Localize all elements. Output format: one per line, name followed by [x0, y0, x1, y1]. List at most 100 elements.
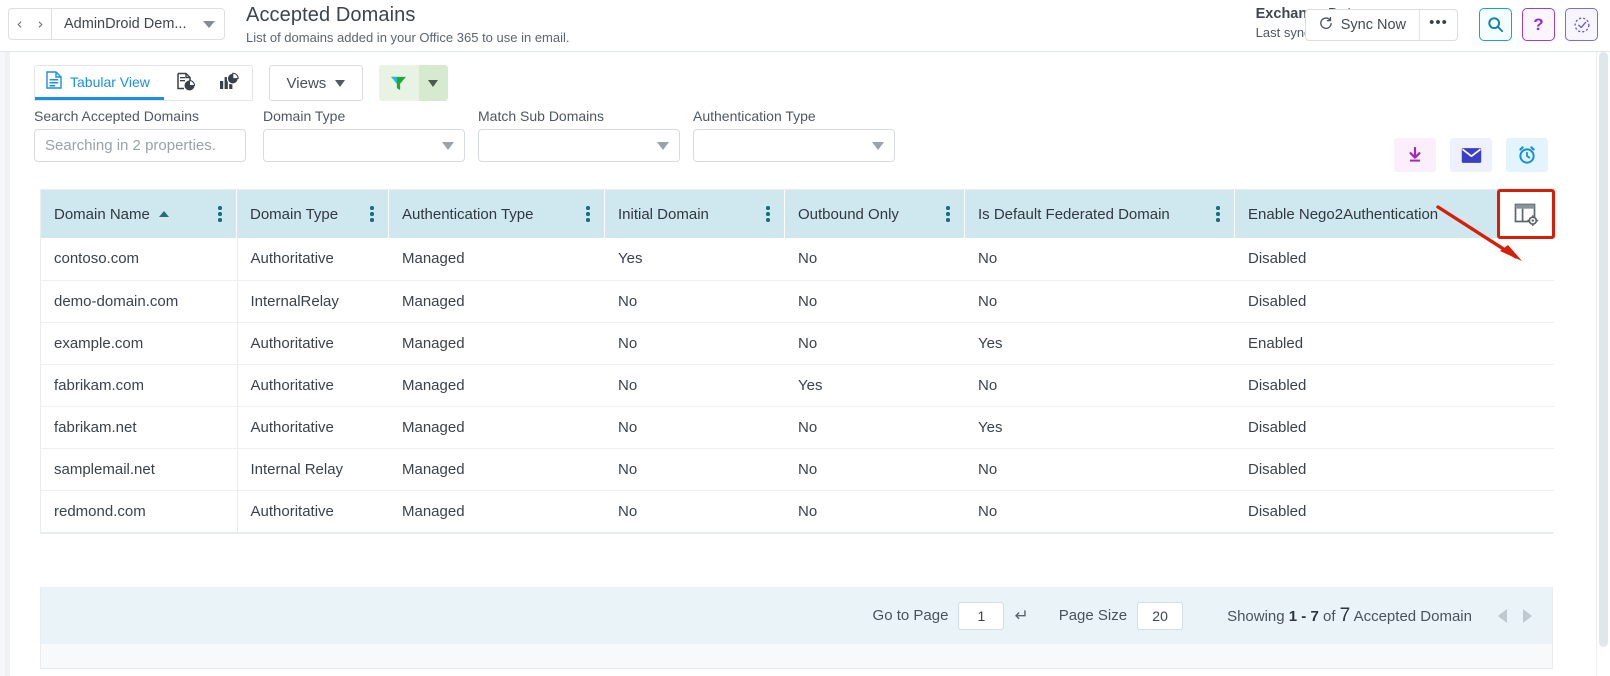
- views-label: Views: [287, 75, 327, 92]
- cell-is-default-federated-domain: No: [965, 448, 1235, 490]
- chart-view-button[interactable]: [208, 66, 252, 100]
- help-icon-button[interactable]: ?: [1522, 8, 1555, 41]
- table-row[interactable]: fabrikam.com Authoritative Managed No Ye…: [41, 364, 1554, 406]
- table-row[interactable]: redmond.com Authoritative Managed No No …: [41, 490, 1554, 532]
- sync-now-button[interactable]: Sync Now: [1306, 10, 1419, 40]
- field-authentication-type: Authentication Type: [693, 108, 895, 162]
- search-icon-button[interactable]: [1479, 8, 1512, 41]
- page-scrollbar[interactable]: [1596, 52, 1610, 676]
- scrollbar-thumb[interactable]: [1599, 52, 1608, 647]
- authentication-type-select[interactable]: [693, 129, 895, 162]
- page-size-input[interactable]: 20: [1137, 602, 1183, 630]
- column-header-authentication-type[interactable]: Authentication Type: [389, 190, 605, 238]
- column-menu-icon[interactable]: [761, 205, 775, 223]
- cell-enable-nego2authentication: Disabled: [1235, 448, 1554, 490]
- cell-authentication-type: Managed: [389, 364, 605, 406]
- goto-page-input[interactable]: 1: [958, 602, 1004, 630]
- table-row[interactable]: example.com Authoritative Managed No No …: [41, 322, 1554, 364]
- column-menu-icon[interactable]: [365, 205, 379, 223]
- alarm-clock-icon: [1517, 145, 1537, 165]
- column-menu-icon[interactable]: [213, 205, 227, 223]
- cell-outbound-only: No: [785, 280, 965, 322]
- email-button[interactable]: [1450, 138, 1492, 172]
- cell-enable-nego2authentication: Disabled: [1235, 238, 1554, 280]
- table-row[interactable]: fabrikam.net Authoritative Managed No No…: [41, 406, 1554, 448]
- cell-is-default-federated-domain: No: [965, 238, 1235, 280]
- column-label: Is Default Federated Domain: [978, 206, 1170, 223]
- cell-domain-name: demo-domain.com: [41, 280, 237, 322]
- search-field-label: Search Accepted Domains: [34, 108, 246, 124]
- sort-asc-icon[interactable]: [159, 211, 169, 217]
- funnel-icon: [389, 74, 408, 93]
- column-header-enable-nego2authentication[interactable]: Enable Nego2Authentication: [1235, 190, 1554, 238]
- cell-authentication-type: Managed: [389, 322, 605, 364]
- schedule-button[interactable]: [1506, 138, 1548, 172]
- next-page-arrow[interactable]: [1523, 609, 1532, 623]
- filter-button-group: [379, 65, 448, 101]
- showing-suffix: Accepted Domain: [1350, 608, 1472, 625]
- tenant-selector[interactable]: AdminDroid Dem...: [52, 9, 224, 39]
- field-match-sub-domains: Match Sub Domains: [478, 108, 680, 162]
- column-label: Authentication Type: [402, 206, 533, 223]
- cell-domain-name: redmond.com: [41, 490, 237, 532]
- cell-domain-type: InternalRelay: [237, 280, 389, 322]
- pagination-nav: [1498, 609, 1532, 623]
- prev-page-arrow[interactable]: [1498, 609, 1507, 623]
- column-menu-icon[interactable]: [1211, 205, 1225, 223]
- column-header-domain-type[interactable]: Domain Type: [237, 190, 389, 238]
- chevron-down-icon: [872, 142, 884, 150]
- column-header-domain-name[interactable]: Domain Name: [41, 190, 237, 238]
- cell-initial-domain: No: [605, 322, 785, 364]
- cell-authentication-type: Managed: [389, 238, 605, 280]
- filter-dropdown-button[interactable]: [419, 65, 448, 101]
- sync-more-button[interactable]: •••: [1419, 10, 1457, 40]
- search-input[interactable]: Searching in 2 properties.: [34, 129, 246, 162]
- match-sub-domains-select[interactable]: [478, 129, 680, 162]
- table-row[interactable]: samplemail.net Internal Relay Managed No…: [41, 448, 1554, 490]
- views-button[interactable]: Views: [269, 65, 363, 101]
- column-header-outbound-only[interactable]: Outbound Only: [785, 190, 965, 238]
- cell-enable-nego2authentication: Disabled: [1235, 406, 1554, 448]
- table-row[interactable]: demo-domain.com InternalRelay Managed No…: [41, 280, 1554, 322]
- cell-is-default-federated-domain: Yes: [965, 406, 1235, 448]
- table-header-row: Domain Name Domain Type Auth: [41, 190, 1554, 238]
- cell-domain-name: example.com: [41, 322, 237, 364]
- nav-forward-icon[interactable]: ›: [30, 9, 51, 39]
- filter-button[interactable]: [379, 65, 419, 101]
- cell-domain-type: Authoritative: [237, 322, 389, 364]
- tab-tabular-view[interactable]: Tabular View: [35, 66, 164, 100]
- nav-back-icon[interactable]: ‹: [9, 9, 30, 39]
- cell-outbound-only: No: [785, 238, 965, 280]
- column-label: Domain Name: [54, 206, 150, 223]
- cell-enable-nego2authentication: Disabled: [1235, 364, 1554, 406]
- column-menu-icon[interactable]: [581, 205, 595, 223]
- cell-is-default-federated-domain: Yes: [965, 322, 1235, 364]
- column-label: Enable Nego2Authentication: [1248, 206, 1438, 223]
- column-header-initial-domain[interactable]: Initial Domain: [605, 190, 785, 238]
- cell-is-default-federated-domain: No: [965, 364, 1235, 406]
- document-icon: [46, 71, 62, 92]
- content-panel: Tabular View: [11, 53, 1596, 676]
- cell-outbound-only: Yes: [785, 364, 965, 406]
- cell-authentication-type: Managed: [389, 448, 605, 490]
- bar-pie-chart-icon: [219, 72, 240, 92]
- match-sub-domains-label: Match Sub Domains: [478, 108, 680, 124]
- question-mark-icon: ?: [1533, 15, 1543, 35]
- column-header-is-default-federated-domain[interactable]: Is Default Federated Domain: [965, 190, 1235, 238]
- summary-report-view-button[interactable]: [164, 66, 208, 100]
- export-download-button[interactable]: [1394, 138, 1436, 172]
- left-rail-inner: [5, 52, 10, 676]
- domain-type-select[interactable]: [263, 129, 465, 162]
- column-menu-icon[interactable]: [941, 205, 955, 223]
- checkcircle-icon-button[interactable]: [1565, 8, 1598, 41]
- app-root: ‹ › AdminDroid Dem... Accepted Domains L…: [0, 0, 1610, 676]
- table-row[interactable]: contoso.com Authoritative Managed Yes No…: [41, 238, 1554, 280]
- sync-now-label: Sync Now: [1341, 17, 1406, 33]
- tab-tabular-label: Tabular View: [70, 74, 150, 90]
- cell-domain-type: Authoritative: [237, 238, 389, 280]
- column-settings-button[interactable]: [1497, 189, 1555, 239]
- cell-domain-name: samplemail.net: [41, 448, 237, 490]
- column-label: Outbound Only: [798, 206, 899, 223]
- field-domain-type: Domain Type: [263, 108, 465, 162]
- view-mode-group: Tabular View: [34, 65, 253, 101]
